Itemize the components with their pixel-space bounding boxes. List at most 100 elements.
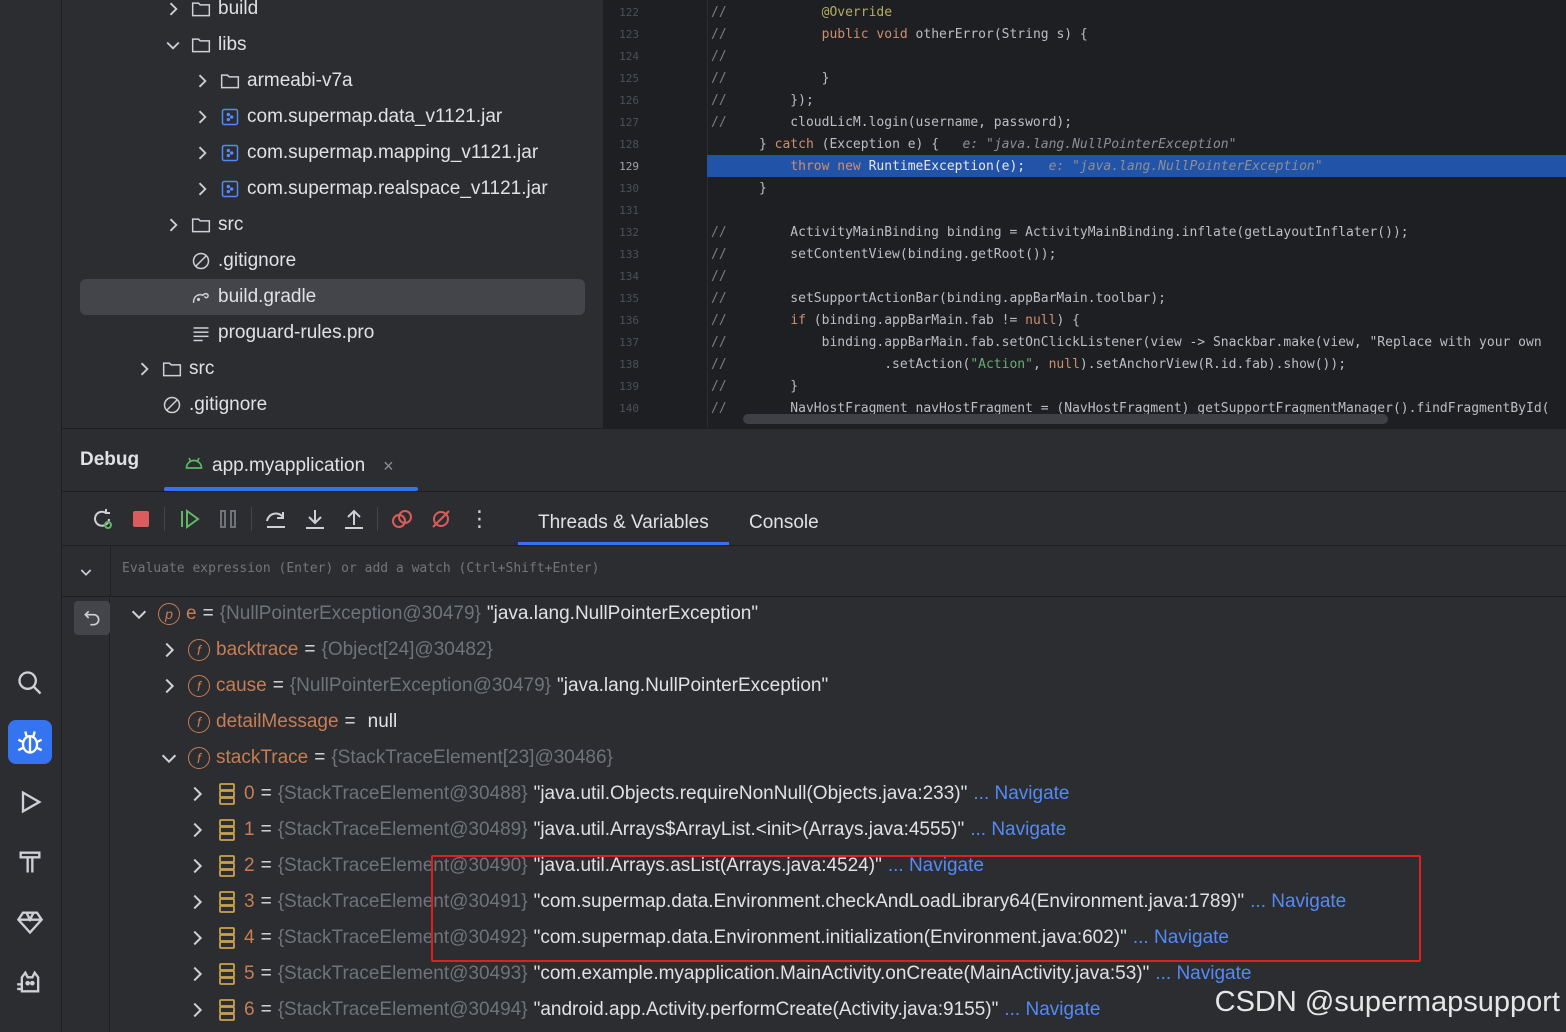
code-line-current[interactable]: 129 throw new RuntimeException(e); e: "j… — [603, 155, 1566, 177]
code-line[interactable]: 125 // } — [603, 67, 1566, 89]
code-line[interactable]: 136 // if (binding.appBarMain.fab != null… — [603, 309, 1566, 331]
navigate-link[interactable]: ... Navigate — [1133, 927, 1229, 949]
search-icon[interactable] — [8, 661, 52, 705]
chevron-down-icon[interactable] — [128, 603, 150, 625]
line-comment-marker: // — [711, 334, 727, 350]
resume-icon[interactable] — [169, 501, 208, 537]
navigate-link[interactable]: ... Navigate — [970, 819, 1066, 841]
pause-icon[interactable] — [208, 501, 247, 537]
rerun-icon[interactable] — [82, 501, 121, 537]
variable-row[interactable]: p e = {NullPointerException@30479} "java.lan… — [128, 596, 764, 632]
tree-item[interactable]: .gitignore — [62, 243, 603, 279]
tree-item[interactable]: libs — [62, 27, 603, 63]
tree-item[interactable]: src — [62, 207, 603, 243]
chevron-right-icon[interactable] — [191, 106, 213, 128]
tab-threads-variables[interactable]: Threads & Variables — [518, 501, 729, 545]
chevron-right-icon[interactable] — [133, 358, 155, 380]
code-text: } — [759, 378, 799, 394]
chevron-right-icon[interactable] — [186, 963, 208, 985]
evaluate-expression-input[interactable] — [122, 561, 1022, 576]
tree-item[interactable]: build — [62, 0, 603, 27]
code-line[interactable]: 139 // } — [603, 375, 1566, 397]
stack-trace-element-row[interactable]: 4 = {StackTraceElement@30492} "com.supermap… — [186, 920, 1229, 956]
close-tab-icon[interactable]: × — [383, 456, 394, 477]
code-line[interactable]: 138 // .setAction("Action", null).setAnch… — [603, 353, 1566, 375]
code-line[interactable]: 128} catch (Exception e) { e: "java.lang… — [603, 133, 1566, 155]
logcat-cat-icon[interactable] — [8, 960, 52, 1004]
variable-row[interactable]: f stackTrace = {StackTraceElement[23]@30486… — [158, 740, 625, 776]
chevron-right-icon[interactable] — [186, 783, 208, 805]
tree-item[interactable]: proguard-rules.pro — [62, 315, 603, 351]
code-line[interactable]: 135 // setSupportActionBar(binding.appBar… — [603, 287, 1566, 309]
tree-item-label: build — [218, 0, 259, 19]
code-line[interactable]: 123 // public void otherError(String s) { — [603, 23, 1566, 45]
tree-item-label: com.supermap.mapping_v1121.jar — [247, 142, 539, 163]
tab-console[interactable]: Console — [729, 501, 839, 545]
android-icon — [184, 453, 204, 479]
tree-item[interactable]: com.supermap.data_v1121.jar — [62, 99, 603, 135]
code-editor[interactable]: 122 // @Override 123 // public void otherEr… — [603, 0, 1566, 428]
navigate-link[interactable]: ... Navigate — [1004, 999, 1100, 1021]
chevron-down-icon[interactable] — [74, 560, 98, 584]
code-line[interactable]: 137 // binding.appBarMain.fab.setOnClickL… — [603, 331, 1566, 353]
field-icon: f — [188, 675, 210, 697]
more-options-icon[interactable]: ⋮ — [460, 501, 499, 537]
code-line[interactable]: 122 // @Override — [603, 1, 1566, 23]
step-into-icon[interactable] — [295, 501, 334, 537]
chevron-right-icon[interactable] — [191, 70, 213, 92]
stop-icon[interactable] — [121, 501, 160, 537]
gem-icon[interactable] — [8, 900, 52, 944]
undo-icon[interactable] — [74, 601, 110, 635]
chevron-right-icon[interactable] — [186, 999, 208, 1021]
chevron-right-icon[interactable] — [186, 819, 208, 841]
tree-item[interactable]: armeabi-v7a — [62, 63, 603, 99]
debug-session-tab[interactable]: app.myapplication × — [164, 443, 418, 491]
chevron-right-icon[interactable] — [158, 675, 180, 697]
tree-item[interactable]: src — [62, 351, 603, 387]
equals-sign: = — [272, 675, 284, 696]
stack-trace-element-row[interactable]: 3 = {StackTraceElement@30491} "com.supermap… — [186, 884, 1346, 920]
code-line[interactable]: 127 // cloudLicM.login(username, password… — [603, 111, 1566, 133]
chevron-right-icon[interactable] — [186, 855, 208, 877]
stack-trace-element-row[interactable]: 2 = {StackTraceElement@30490} "java.util.Ar… — [186, 848, 984, 884]
step-over-icon[interactable] — [256, 501, 295, 537]
build-hammer-icon[interactable] — [8, 840, 52, 884]
stack-trace-element-row[interactable]: 6 = {StackTraceElement@30494} "android.app.… — [186, 992, 1100, 1028]
navigate-link[interactable]: ... Navigate — [1250, 891, 1346, 913]
chevron-right-icon[interactable] — [158, 639, 180, 661]
chevron-right-icon[interactable] — [186, 927, 208, 949]
code-line[interactable]: 132 // ActivityMainBinding binding = Acti… — [603, 221, 1566, 243]
step-out-icon[interactable] — [334, 501, 373, 537]
variable-row[interactable]: f detailMessage = null — [158, 704, 403, 740]
tree-item[interactable]: com.supermap.mapping_v1121.jar — [62, 135, 603, 171]
chevron-right-icon[interactable] — [186, 891, 208, 913]
code-line[interactable]: 134 // — [603, 265, 1566, 287]
navigate-link[interactable]: ... Navigate — [973, 783, 1069, 805]
run-icon[interactable] — [8, 780, 52, 824]
mute-breakpoints-icon[interactable] — [421, 501, 460, 537]
debug-bug-icon[interactable] — [8, 720, 52, 764]
chevron-down-icon[interactable] — [158, 747, 180, 769]
tree-item[interactable]: com.supermap.realspace_v1121.jar — [62, 171, 603, 207]
variable-row[interactable]: f cause = {NullPointerException@30479} "java… — [158, 668, 834, 704]
chevron-right-icon[interactable] — [191, 142, 213, 164]
navigate-link[interactable]: ... Navigate — [888, 855, 984, 877]
code-line[interactable]: 126 // }); — [603, 89, 1566, 111]
stack-trace-element-row[interactable]: 0 = {StackTraceElement@30488} "java.util.Ob… — [186, 776, 1070, 812]
code-line[interactable]: 131 — [603, 199, 1566, 221]
code-line[interactable]: 124 // — [603, 45, 1566, 67]
variable-row[interactable]: f backtrace = {Object[24]@30482} — [158, 632, 505, 668]
chevron-right-icon[interactable] — [162, 0, 184, 20]
chevron-right-icon[interactable] — [162, 214, 184, 236]
code-line[interactable]: 130} — [603, 177, 1566, 199]
tree-item[interactable]: build.gradle — [80, 279, 585, 315]
navigate-link[interactable]: ... Navigate — [1155, 963, 1251, 985]
code-line[interactable]: 133 // setContentView(binding.getRoot()); — [603, 243, 1566, 265]
chevron-down-icon[interactable] — [162, 34, 184, 56]
chevron-right-icon[interactable] — [191, 178, 213, 200]
tree-item[interactable]: .gitignore — [62, 387, 603, 423]
stack-trace-element-row[interactable]: 5 = {StackTraceElement@30493} "com.example.… — [186, 956, 1251, 992]
editor-horizontal-scrollbar[interactable] — [743, 414, 1388, 424]
stack-trace-element-row[interactable]: 1 = {StackTraceElement@30489} "java.util.Ar… — [186, 812, 1066, 848]
view-breakpoints-icon[interactable] — [382, 501, 421, 537]
